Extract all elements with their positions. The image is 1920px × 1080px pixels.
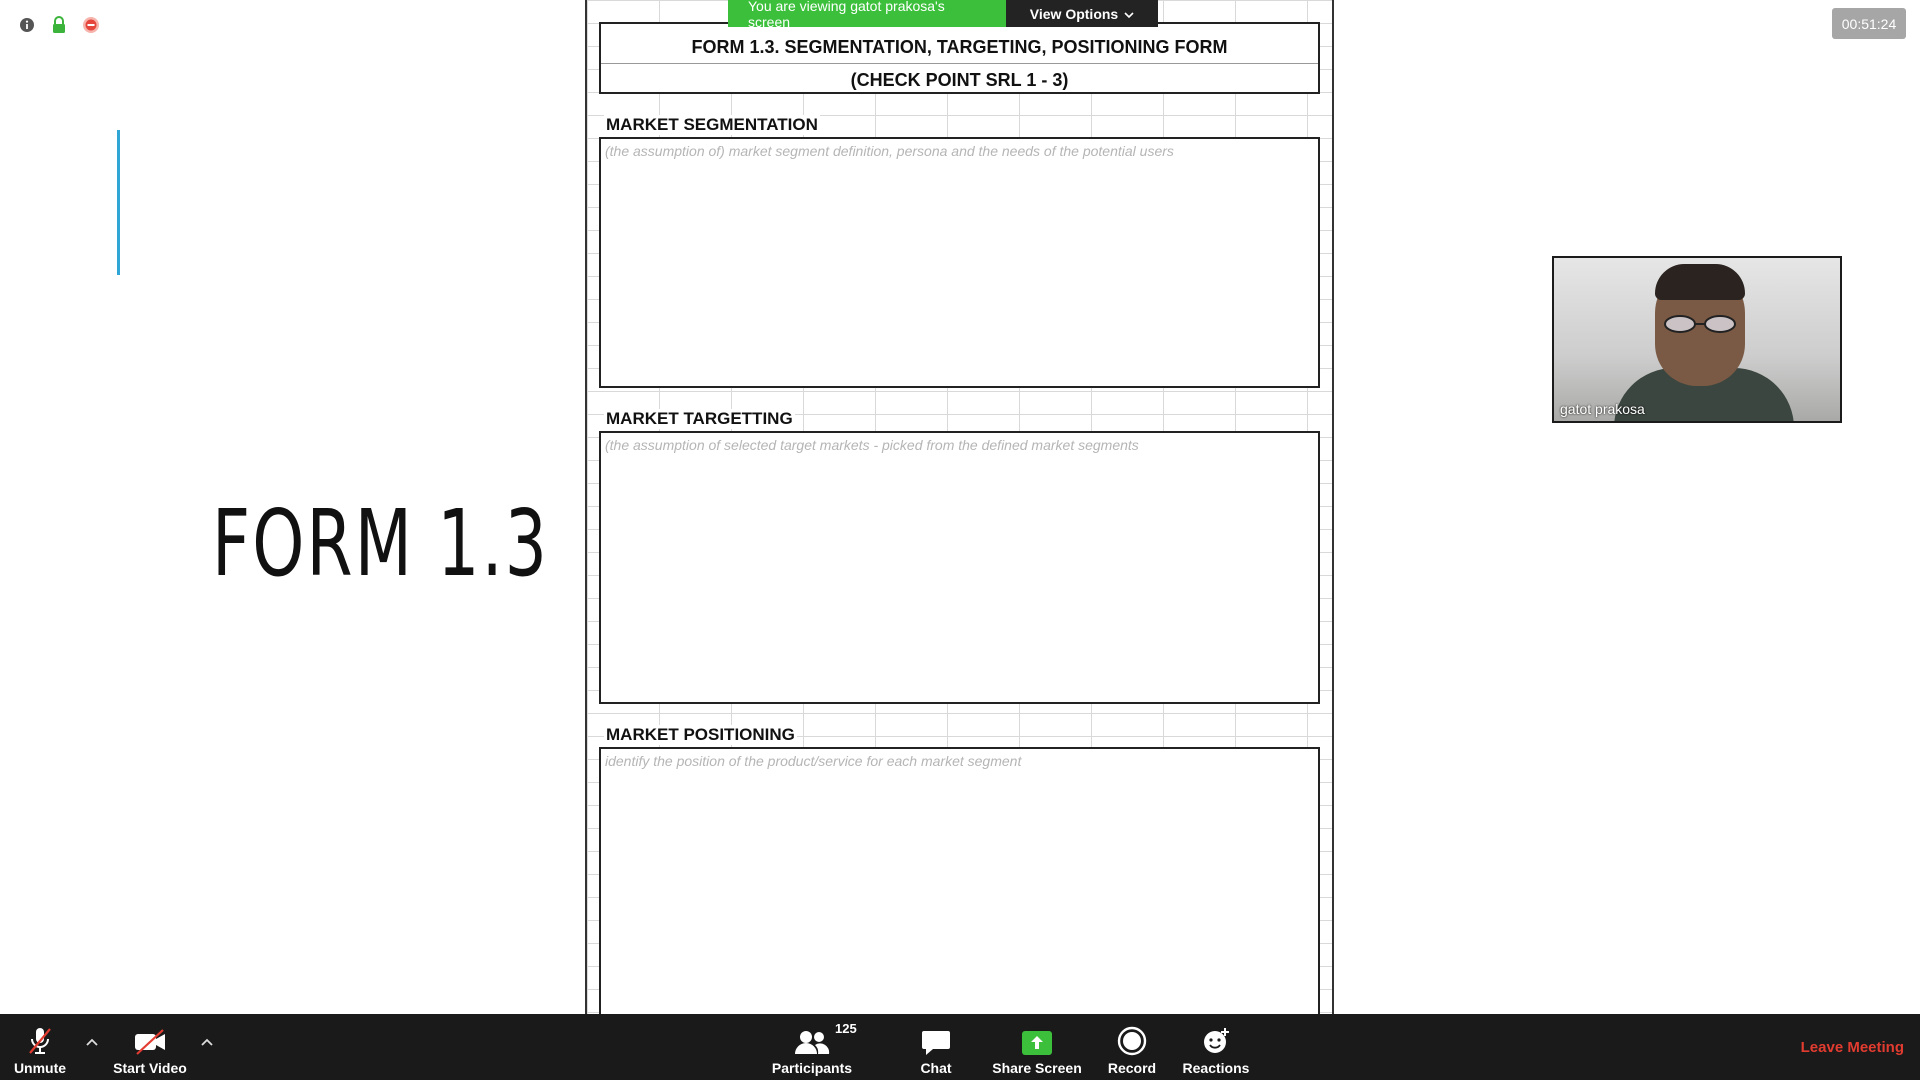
section-box-segmentation[interactable]: (the assumption of) market segment defin… [599, 137, 1320, 388]
video-options-caret[interactable] [199, 1034, 215, 1050]
record-button[interactable]: Record [1106, 1014, 1158, 1080]
start-video-label: Start Video [113, 1060, 187, 1076]
participants-icon [794, 1020, 830, 1056]
meeting-timer: 00:51:24 [1832, 8, 1906, 39]
section-hint-positioning: identify the position of the product/ser… [605, 753, 1022, 769]
form-subtitle: (CHECK POINT SRL 1 - 3) [850, 70, 1069, 90]
unmute-button[interactable]: Unmute [8, 1014, 72, 1080]
reactions-button[interactable]: Reactions [1180, 1014, 1252, 1080]
start-video-button[interactable]: Start Video [108, 1014, 192, 1080]
participant-name: gatot prakosa [1560, 401, 1645, 417]
view-options-button[interactable]: View Options [1006, 0, 1158, 27]
meeting-toolbar: Unmute Start Video Participants 125 Chat… [0, 1014, 1920, 1080]
share-screen-label: Share Screen [992, 1060, 1082, 1076]
participant-video-tile[interactable]: gatot prakosa [1552, 256, 1842, 423]
participant-glasses [1664, 315, 1736, 333]
chat-label: Chat [920, 1060, 952, 1076]
recording-indicator-icon[interactable] [82, 16, 100, 34]
participants-count: 125 [835, 1021, 857, 1036]
shared-spreadsheet: FORM 1.3. SEGMENTATION, TARGETING, POSIT… [585, 0, 1334, 1014]
view-options-label: View Options [1029, 5, 1119, 22]
section-heading-segmentation: MARKET SEGMENTATION [604, 115, 820, 135]
title-divider [601, 63, 1318, 64]
slide-accent-line [117, 130, 120, 275]
reactions-smiley-icon [1201, 1020, 1231, 1056]
audio-options-caret[interactable] [84, 1034, 100, 1050]
lock-icon[interactable] [50, 16, 68, 34]
section-hint-targeting: (the assumption of selected target marke… [605, 437, 1139, 453]
meeting-status-icons [18, 16, 100, 34]
viewing-screen-label: You are viewing gatot prakosa's screen [728, 0, 1006, 30]
slide-title: FORM 1.3 [212, 490, 550, 597]
record-label: Record [1107, 1060, 1157, 1076]
section-heading-targeting: MARKET TARGETTING [604, 409, 795, 429]
chat-button[interactable]: Chat [910, 1014, 962, 1080]
chat-bubble-icon [921, 1020, 951, 1056]
section-box-positioning[interactable]: identify the position of the product/ser… [599, 747, 1320, 1014]
microphone-muted-icon [27, 1020, 53, 1056]
unmute-label: Unmute [13, 1060, 67, 1076]
form-title: FORM 1.3. SEGMENTATION, TARGETING, POSIT… [691, 37, 1228, 57]
reactions-label: Reactions [1182, 1060, 1250, 1076]
form-title-box: FORM 1.3. SEGMENTATION, TARGETING, POSIT… [599, 22, 1320, 94]
section-box-targeting[interactable]: (the assumption of selected target marke… [599, 431, 1320, 704]
share-screen-icon [1021, 1020, 1053, 1056]
info-icon[interactable] [18, 16, 36, 34]
share-screen-button[interactable]: Share Screen [990, 1014, 1084, 1080]
chevron-down-icon [1124, 6, 1134, 22]
section-heading-positioning: MARKET POSITIONING [604, 725, 797, 745]
leave-meeting-button[interactable]: Leave Meeting [1801, 1014, 1904, 1080]
section-hint-segmentation: (the assumption of) market segment defin… [605, 143, 1174, 159]
participant-hair [1655, 264, 1745, 300]
record-icon [1117, 1020, 1147, 1056]
video-off-icon [133, 1020, 167, 1056]
participants-label: Participants [771, 1060, 853, 1076]
share-banner: You are viewing gatot prakosa's screen V… [728, 0, 1158, 30]
